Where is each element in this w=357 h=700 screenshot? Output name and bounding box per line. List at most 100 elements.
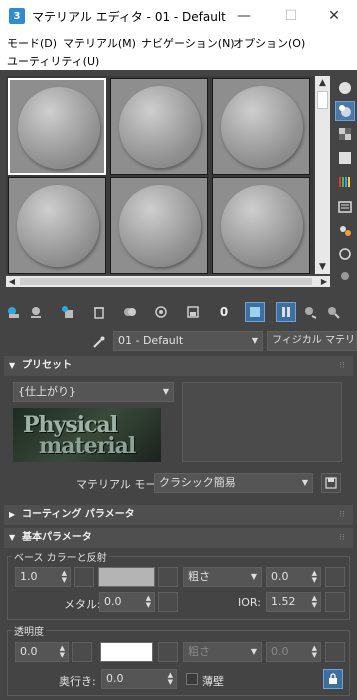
options-icon[interactable] — [335, 197, 355, 217]
base-weight-map-button[interactable] — [74, 567, 94, 587]
coating-rollout-header[interactable]: ▶ コーティング パラメータ ⁝⁝ — [4, 505, 353, 525]
basic-params-title: 基本パラメータ — [22, 532, 92, 543]
transparency-roughness-mode-dropdown[interactable]: 粗さ ▼ — [183, 642, 262, 662]
transparency-group-title: 透明度 — [12, 623, 46, 638]
scroll-up-icon[interactable]: ▲ — [315, 76, 330, 90]
preset-dropdown[interactable]: {仕上がり} ▼ — [13, 382, 174, 402]
depth-value: 0.0 — [106, 672, 124, 685]
transparency-roughness-mode-value: 粗さ — [188, 645, 210, 658]
assign-to-selection-icon[interactable] — [58, 302, 78, 322]
color-chart-icon[interactable] — [335, 172, 355, 192]
base-color-swatch[interactable] — [98, 567, 155, 587]
roughness-value: 0.0 — [271, 570, 289, 583]
base-weight-spinner[interactable]: 1.0 ▲ ▼ — [15, 567, 71, 587]
spinner-arrows-icon[interactable]: ▲ ▼ — [312, 595, 317, 609]
material-map-navigator-icon[interactable] — [335, 244, 355, 264]
transparency-color-map-button[interactable] — [158, 642, 178, 662]
roughness-mode-value: 粗さ — [188, 570, 210, 583]
select-by-material-icon[interactable] — [335, 221, 355, 241]
metalness-spinner[interactable]: 0.0 ▲ ▼ — [99, 592, 155, 612]
material-name-dropdown[interactable]: 01 - Default ▼ — [113, 331, 263, 351]
material-sphere — [17, 185, 99, 267]
transparency-roughness-map-button[interactable] — [325, 642, 345, 662]
transparency-roughness-spinner[interactable]: 0.0 ▲ ▼ — [266, 642, 321, 662]
depth-spinner[interactable]: 0.0 ▲ ▼ — [101, 669, 177, 689]
material-sphere — [119, 185, 201, 267]
uv-tiling-icon[interactable] — [335, 148, 355, 168]
put-to-library-icon[interactable] — [183, 302, 203, 322]
ior-spinner[interactable]: 1.52 ▲ ▼ — [266, 592, 321, 612]
transparency-weight-map-button[interactable] — [72, 642, 92, 662]
metalness-value: 0.0 — [104, 595, 122, 608]
coating-rollout-title: コーティング パラメータ — [22, 509, 135, 520]
roughness-map-button[interactable] — [325, 567, 345, 587]
ior-value: 1.52 — [271, 595, 296, 608]
roughness-mode-dropdown[interactable]: 粗さ ▼ — [183, 567, 262, 587]
eyedropper-icon[interactable] — [90, 333, 108, 351]
scroll-thumb[interactable] — [20, 278, 312, 285]
spinner-arrows-icon[interactable]: ▲ ▼ — [146, 595, 151, 609]
transparency-color-swatch[interactable] — [100, 642, 153, 662]
menu-utilities[interactable]: ユーティリティ(U) — [7, 53, 99, 69]
backlight-icon[interactable] — [335, 101, 355, 121]
vertical-scrollbar[interactable]: ▲ ▼ — [315, 76, 330, 274]
scroll-right-icon[interactable]: ▶ — [318, 276, 330, 287]
spinner-arrows-icon[interactable]: ▲ ▼ — [62, 570, 67, 584]
preset-rollout-header[interactable]: ▼ プリセット ⁝⁝ — [4, 356, 353, 376]
save-preset-icon[interactable] — [321, 473, 341, 493]
ior-map-button[interactable] — [325, 592, 345, 612]
preset-description — [182, 382, 342, 462]
sample-slot[interactable] — [8, 78, 106, 175]
spinner-arrows-icon[interactable]: ▲ ▼ — [60, 645, 65, 659]
sample-slot[interactable] — [110, 78, 208, 175]
window-title: マテリアル エディタ - 01 - Default — [32, 9, 226, 24]
spinner-arrows-icon[interactable]: ▲ ▼ — [168, 672, 173, 686]
minimize-button[interactable]: — — [221, 0, 267, 32]
basic-params-rollout-header[interactable]: ▼ 基本パラメータ ⁝⁝ — [4, 528, 353, 548]
maximize-button[interactable]: ☐ — [268, 0, 314, 32]
view-map-icon[interactable] — [335, 266, 355, 286]
roughness-spinner[interactable]: 0.0 ▲ ▼ — [266, 567, 321, 587]
horizontal-scrollbar[interactable]: ◀ ▶ — [6, 276, 330, 287]
spinner-arrows-icon[interactable]: ▲ ▼ — [312, 645, 317, 659]
menu-options[interactable]: オプション(O) — [233, 35, 305, 51]
scroll-thumb[interactable] — [317, 91, 328, 109]
thin-walled-checkbox[interactable] — [186, 673, 198, 685]
checker-background-icon[interactable] — [335, 124, 355, 144]
menu-navigation[interactable]: ナビゲーション(N) — [141, 35, 235, 51]
delete-icon[interactable] — [89, 302, 109, 322]
grip-icon: ⁝⁝ — [339, 533, 345, 543]
material-id-icon[interactable]: 0 — [214, 302, 234, 322]
copy-material-icon[interactable] — [120, 302, 140, 322]
go-forward-sibling-icon[interactable] — [323, 302, 343, 322]
show-end-result-icon[interactable] — [276, 302, 296, 322]
material-mode-dropdown[interactable]: クラシック簡易 ▼ — [154, 473, 313, 493]
transparency-weight-spinner[interactable]: 0.0 ▲ ▼ — [15, 642, 69, 662]
get-material-icon[interactable] — [4, 302, 24, 322]
sample-slot[interactable] — [212, 177, 310, 274]
put-to-scene-icon[interactable] — [26, 302, 46, 322]
spinner-arrows-icon[interactable]: ▲ ▼ — [312, 570, 317, 584]
make-unique-icon[interactable] — [151, 302, 171, 322]
material-mode-value: クラシック簡易 — [159, 476, 236, 489]
go-to-parent-icon[interactable] — [300, 302, 320, 322]
sample-slot[interactable] — [110, 177, 208, 274]
sample-slot[interactable] — [212, 78, 310, 175]
lock-icon[interactable] — [323, 669, 343, 689]
sphere-icon[interactable] — [335, 78, 355, 98]
depth-label: 奥行き: — [59, 675, 96, 688]
base-weight-value: 1.0 — [20, 570, 38, 583]
material-sphere — [221, 185, 303, 267]
menu-material[interactable]: マテリアル(M) — [63, 35, 136, 51]
sample-slot[interactable] — [8, 177, 106, 274]
metalness-map-button[interactable] — [158, 592, 178, 612]
scroll-left-icon[interactable]: ◀ — [6, 276, 18, 287]
transparency-roughness-value: 0.0 — [271, 645, 289, 658]
menu-mode[interactable]: モード(D) — [7, 35, 57, 51]
show-map-icon[interactable] — [245, 302, 265, 322]
base-color-map-button[interactable] — [158, 567, 178, 587]
close-button[interactable]: ✕ — [311, 0, 357, 32]
sample-slots — [6, 76, 314, 274]
material-type-button[interactable]: フィジカル マテリアル — [267, 331, 357, 351]
scroll-down-icon[interactable]: ▼ — [315, 260, 330, 274]
